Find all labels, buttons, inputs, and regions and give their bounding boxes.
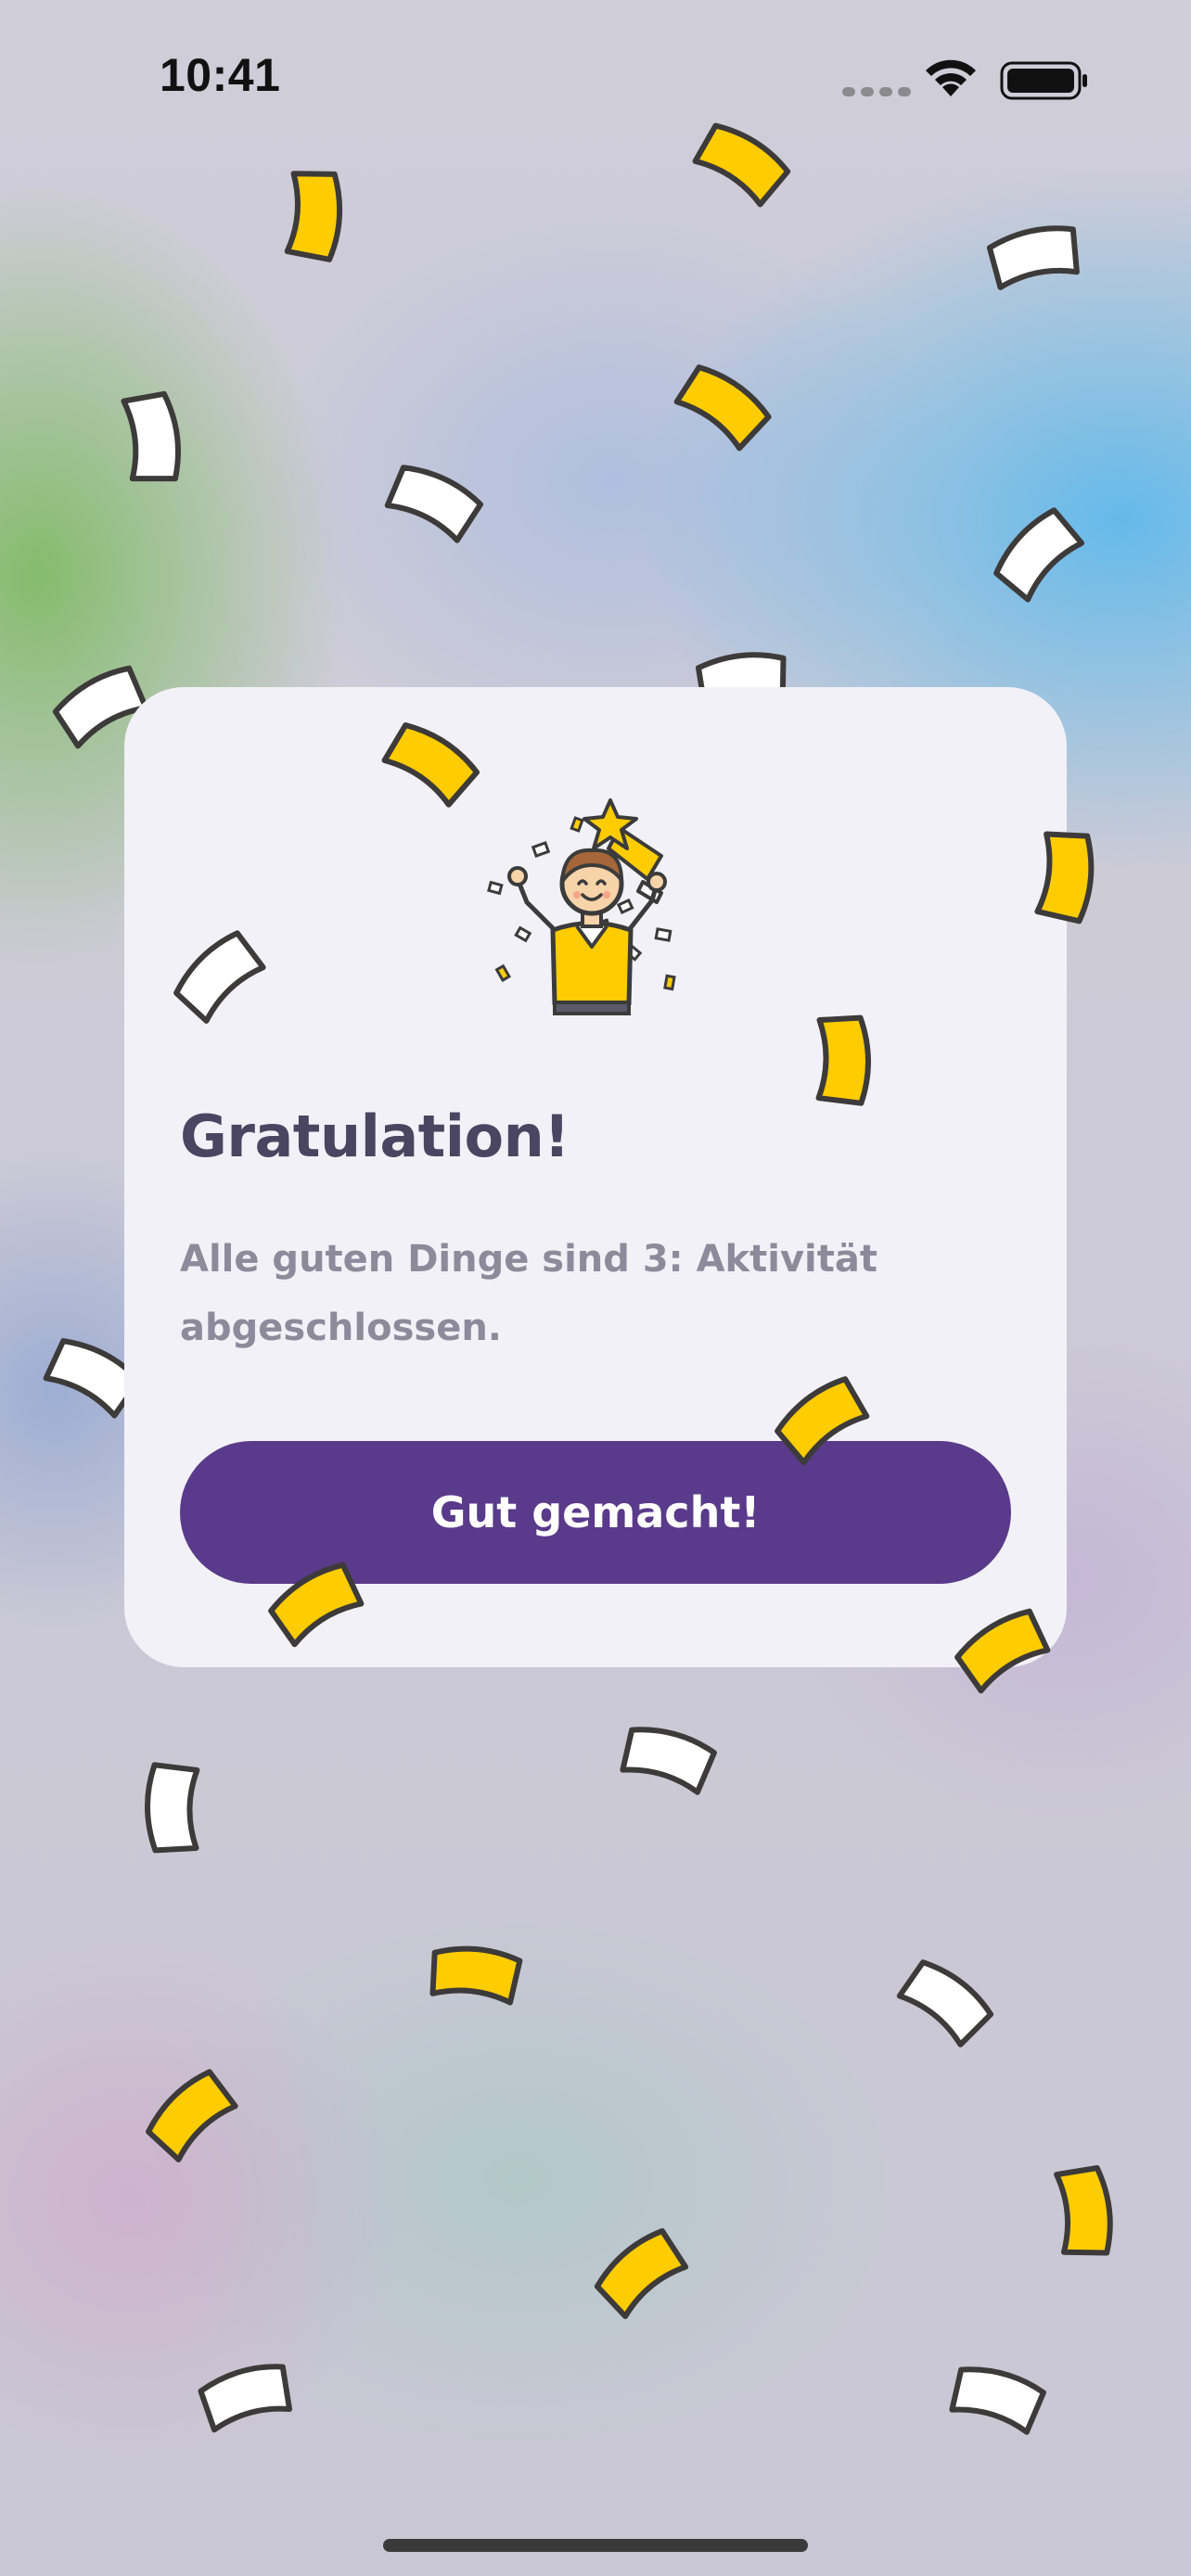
dialog-title: Gratulation! — [180, 1103, 570, 1170]
confirm-button[interactable]: Gut gemacht! — [180, 1441, 1011, 1584]
home-indicator — [383, 2539, 808, 2552]
dialog-message: Alle guten Dinge sind 3: Aktivität abges… — [180, 1238, 877, 1349]
celebrating-person-with-trophy-icon — [487, 798, 676, 1015]
confirm-button-label: Gut gemacht! — [430, 1487, 761, 1537]
congratulations-dialog: Gratulation! Alle guten Dinge sind 3: Ak… — [124, 687, 1067, 1667]
